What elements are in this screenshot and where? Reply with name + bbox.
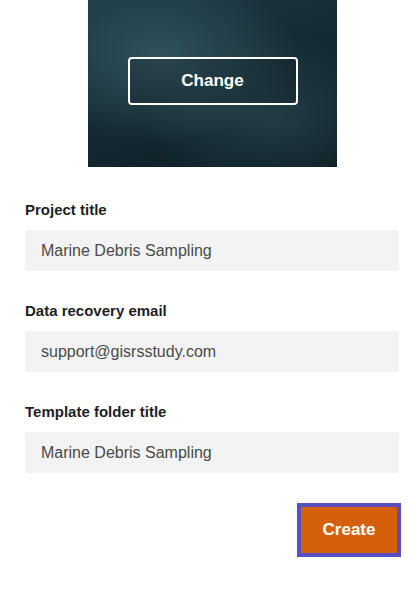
- field-label: Data recovery email: [25, 301, 399, 321]
- field-label: Project title: [25, 200, 399, 220]
- text-field[interactable]: Marine Debris Sampling: [25, 230, 399, 271]
- field-group: Project title Marine Debris Sampling: [25, 200, 399, 271]
- text-field[interactable]: Marine Debris Sampling: [25, 432, 399, 473]
- create-project-form: Change Project title Marine Debris Samplin…: [0, 0, 413, 592]
- cover-image: Change: [88, 0, 337, 167]
- field-label: Template folder title: [25, 402, 399, 422]
- field-group: Data recovery email support@gisrsstudy.co…: [25, 301, 399, 372]
- field-group: Template folder title Marine Debris Sampl…: [25, 402, 399, 473]
- actions: Create: [0, 503, 413, 557]
- text-field[interactable]: support@gisrsstudy.com: [25, 331, 399, 372]
- change-image-button[interactable]: Change: [128, 57, 298, 105]
- create-button[interactable]: Create: [297, 503, 401, 557]
- fields: Project title Marine Debris Sampling Data …: [0, 167, 413, 473]
